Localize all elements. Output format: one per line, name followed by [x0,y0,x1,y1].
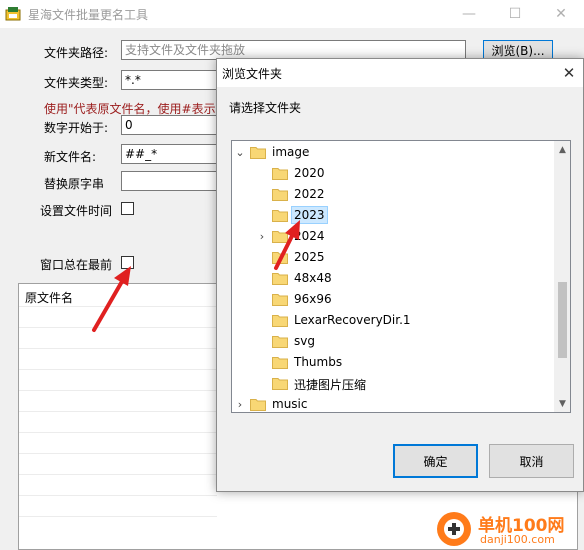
maximize-button[interactable]: ☐ [492,0,538,28]
folder-icon [250,147,266,159]
scroll-thumb[interactable] [558,282,567,358]
folder-icon [250,399,266,411]
tree-scrollbar[interactable]: ▲ ▼ [554,141,570,412]
tree-item-label: 96x96 [294,292,332,306]
column-original-name[interactable]: 原文件名 [25,289,73,306]
tree-item[interactable]: Thumbs [232,352,554,373]
tree-item-label: music [272,397,308,411]
start-number-label: 数字开始于: [44,121,109,135]
new-name-input[interactable] [121,144,221,164]
tree-item[interactable]: 2022 [232,184,554,205]
always-on-top-checkbox[interactable] [121,256,134,269]
tree-item-label: LexarRecoveryDir.1 [294,313,411,327]
chevron-down-icon[interactable]: ⌄ [234,146,246,159]
window-title: 星海文件批量更名工具 [28,8,149,22]
browse-folder-dialog: 浏览文件夹 ✕ 请选择文件夹 ⌄ image 2020 2022 2023 › 2024 20… [216,58,584,492]
tree-item-label: 2024 [294,229,325,243]
tree-item[interactable]: 迅捷图片压缩 [232,373,554,394]
tree-item-label: 2023 [291,206,328,224]
tree-item[interactable]: 2020 [232,163,554,184]
scroll-down-icon[interactable]: ▼ [554,395,570,412]
folder-icon [272,210,288,222]
tree-item[interactable]: 2023 [232,205,554,226]
tree-item-label: 48x48 [294,271,332,285]
folder-icon [272,168,288,180]
table-row [19,327,217,328]
table-row [19,453,217,454]
replace-input[interactable] [121,171,221,191]
folder-icon [272,189,288,201]
close-button[interactable]: ✕ [538,0,584,28]
tree-item-label: svg [294,334,315,348]
tree-item[interactable]: 48x48 [232,268,554,289]
table-row [19,474,217,475]
app-icon [5,7,21,21]
tree-item-label: image [272,145,310,159]
chevron-right-icon[interactable]: › [234,398,246,411]
tree-item-label: 2025 [294,250,325,264]
tree-item[interactable]: 2025 [232,247,554,268]
table-row [19,516,217,517]
watermark-url: danji100.com [480,533,555,546]
tree-item[interactable]: › music [232,394,554,412]
tree-item-label: 2022 [294,187,325,201]
folder-icon [272,231,288,243]
watermark-logo: 单机100网 danji100.com [434,508,584,550]
minimize-button[interactable]: — [446,0,492,28]
folder-icon [272,357,288,369]
dialog-close-button[interactable]: ✕ [555,59,583,87]
main-titlebar[interactable]: 星海文件批量更名工具 — ☐ ✕ [0,0,584,28]
folder-type-input[interactable] [121,70,221,90]
tree-item[interactable]: LexarRecoveryDir.1 [232,310,554,331]
tree-item[interactable]: 96x96 [232,289,554,310]
ok-button[interactable]: 确定 [393,444,478,478]
table-row [19,369,217,370]
folder-icon [272,378,288,390]
table-row [19,432,217,433]
table-row [19,348,217,349]
cancel-button[interactable]: 取消 [489,444,574,478]
tree-item-label: 2020 [294,166,325,180]
table-row [19,390,217,391]
table-row [19,495,217,496]
dialog-title: 浏览文件夹 [222,67,283,81]
folder-icon [272,273,288,285]
tree-item-label: Thumbs [294,355,343,369]
folder-path-label: 文件夹路径: [44,46,109,60]
scroll-up-icon[interactable]: ▲ [554,141,570,158]
set-time-label: 设置文件时间 [40,204,113,218]
tree-item[interactable]: ⌄ image [232,142,554,163]
plus-icon [444,519,464,539]
folder-path-input[interactable] [121,40,466,60]
set-time-checkbox[interactable] [121,202,134,215]
dialog-titlebar[interactable]: 浏览文件夹 ✕ [217,59,583,87]
folder-icon [272,294,288,306]
dialog-prompt: 请选择文件夹 [229,101,302,115]
tree-item[interactable]: › 2024 [232,226,554,247]
tree-item-label: 迅捷图片压缩 [294,378,367,392]
table-row [19,306,217,307]
always-on-top-label: 窗口总在最前 [40,258,113,272]
chevron-right-icon[interactable]: › [256,230,268,243]
tree-item[interactable]: svg [232,331,554,352]
folder-type-label: 文件夹类型: [44,76,109,90]
folder-tree[interactable]: ⌄ image 2020 2022 2023 › 2024 2025 48x48 96x96 Lex… [231,140,571,413]
folder-icon [272,336,288,348]
replace-label: 替换原字串 [44,177,105,191]
start-number-input[interactable] [121,115,221,135]
new-name-label: 新文件名: [44,150,97,164]
folder-icon [272,252,288,264]
folder-icon [272,315,288,327]
table-row [19,411,217,412]
